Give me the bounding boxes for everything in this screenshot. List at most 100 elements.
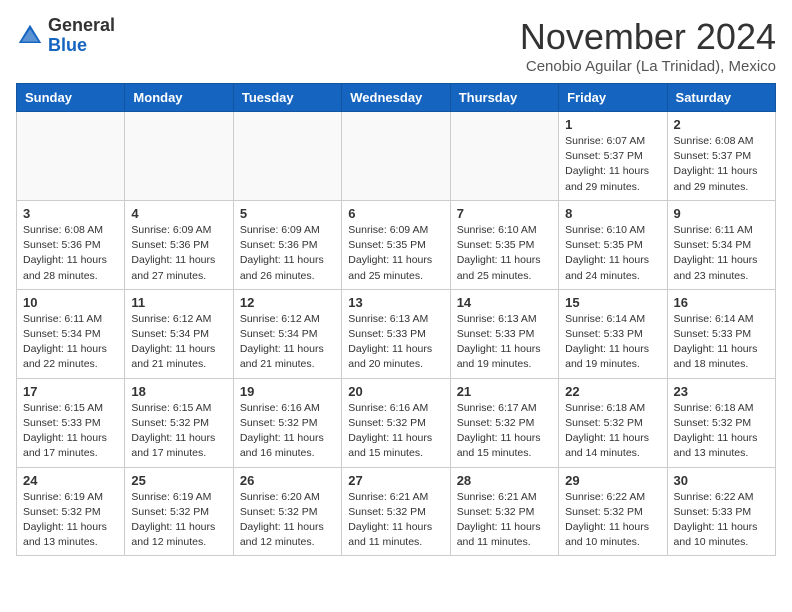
calendar-cell: 14 Sunrise: 6:13 AM Sunset: 5:33 PM Dayli… (450, 289, 558, 378)
day-number: 25 (131, 473, 226, 488)
calendar-cell: 9Sunrise: 6:11 AM Sunset: 5:34 PM Daylig… (667, 200, 775, 289)
day-number: 1 (565, 117, 660, 132)
calendar-cell: 16 Sunrise: 6:14 AM Sunset: 5:33 PM Dayli… (667, 289, 775, 378)
calendar-cell (17, 112, 125, 201)
calendar-week-4: 17Sunrise: 6:15 AM Sunset: 5:33 PM Dayli… (17, 378, 776, 467)
logo: General Blue (16, 16, 115, 56)
day-number: 13 (348, 295, 443, 310)
day-number: 27 (348, 473, 443, 488)
calendar-cell: 19 Sunrise: 6:16 AM Sunset: 5:32 PM Dayli… (233, 378, 341, 467)
day-number: 24 (23, 473, 118, 488)
day-info: Sunrise: 6:22 AM Sunset: 5:33 PM Dayligh… (674, 490, 769, 551)
day-number: 18 (131, 384, 226, 399)
calendar-cell: 13 Sunrise: 6:13 AM Sunset: 5:33 PM Dayli… (342, 289, 450, 378)
calendar-cell: 5 Sunrise: 6:09 AM Sunset: 5:36 PM Daylig… (233, 200, 341, 289)
day-number: 7 (457, 206, 552, 221)
logo-icon (16, 22, 44, 50)
calendar-cell: 4 Sunrise: 6:09 AM Sunset: 5:36 PM Daylig… (125, 200, 233, 289)
day-info: Sunrise: 6:10 AM Sunset: 5:35 PM Dayligh… (457, 223, 552, 284)
calendar-header-row: SundayMondayTuesdayWednesdayThursdayFrid… (17, 84, 776, 112)
calendar-cell: 6 Sunrise: 6:09 AM Sunset: 5:35 PM Daylig… (342, 200, 450, 289)
day-number: 5 (240, 206, 335, 221)
day-number: 14 (457, 295, 552, 310)
calendar-cell: 7 Sunrise: 6:10 AM Sunset: 5:35 PM Daylig… (450, 200, 558, 289)
calendar-cell: 12 Sunrise: 6:12 AM Sunset: 5:34 PM Dayli… (233, 289, 341, 378)
day-info: Sunrise: 6:08 AM Sunset: 5:36 PM Dayligh… (23, 223, 118, 284)
calendar-cell: 24Sunrise: 6:19 AM Sunset: 5:32 PM Dayli… (17, 467, 125, 556)
day-header-friday: Friday (559, 84, 667, 112)
calendar-cell: 10Sunrise: 6:11 AM Sunset: 5:34 PM Dayli… (17, 289, 125, 378)
page-header: General Blue November 2024 Cenobio Aguil… (16, 16, 776, 75)
day-info: Sunrise: 6:21 AM Sunset: 5:32 PM Dayligh… (348, 490, 443, 551)
day-number: 4 (131, 206, 226, 221)
day-number: 15 (565, 295, 660, 310)
day-number: 6 (348, 206, 443, 221)
logo-text: General Blue (48, 16, 115, 56)
day-info: Sunrise: 6:16 AM Sunset: 5:32 PM Dayligh… (348, 401, 443, 462)
calendar-cell: 18 Sunrise: 6:15 AM Sunset: 5:32 PM Dayli… (125, 378, 233, 467)
day-number: 8 (565, 206, 660, 221)
day-info: Sunrise: 6:19 AM Sunset: 5:32 PM Dayligh… (131, 490, 226, 551)
calendar-cell (233, 112, 341, 201)
day-info: Sunrise: 6:10 AM Sunset: 5:35 PM Dayligh… (565, 223, 660, 284)
day-number: 29 (565, 473, 660, 488)
day-info: Sunrise: 6:12 AM Sunset: 5:34 PM Dayligh… (131, 312, 226, 373)
calendar-cell: 17Sunrise: 6:15 AM Sunset: 5:33 PM Dayli… (17, 378, 125, 467)
logo-blue: Blue (48, 35, 87, 55)
day-number: 21 (457, 384, 552, 399)
location-subtitle: Cenobio Aguilar (La Trinidad), Mexico (520, 58, 776, 75)
day-info: Sunrise: 6:15 AM Sunset: 5:32 PM Dayligh… (131, 401, 226, 462)
day-number: 19 (240, 384, 335, 399)
day-number: 28 (457, 473, 552, 488)
day-info: Sunrise: 6:14 AM Sunset: 5:33 PM Dayligh… (674, 312, 769, 373)
calendar-week-3: 10Sunrise: 6:11 AM Sunset: 5:34 PM Dayli… (17, 289, 776, 378)
day-info: Sunrise: 6:13 AM Sunset: 5:33 PM Dayligh… (348, 312, 443, 373)
day-number: 17 (23, 384, 118, 399)
calendar-week-2: 3 Sunrise: 6:08 AM Sunset: 5:36 PM Daylig… (17, 200, 776, 289)
logo-general: General (48, 15, 115, 35)
day-number: 22 (565, 384, 660, 399)
day-info: Sunrise: 6:17 AM Sunset: 5:32 PM Dayligh… (457, 401, 552, 462)
day-number: 16 (674, 295, 769, 310)
calendar-cell: 25 Sunrise: 6:19 AM Sunset: 5:32 PM Dayli… (125, 467, 233, 556)
day-number: 12 (240, 295, 335, 310)
day-header-saturday: Saturday (667, 84, 775, 112)
day-header-thursday: Thursday (450, 84, 558, 112)
day-number: 3 (23, 206, 118, 221)
day-number: 26 (240, 473, 335, 488)
day-info: Sunrise: 6:09 AM Sunset: 5:36 PM Dayligh… (240, 223, 335, 284)
month-title: November 2024 (520, 16, 776, 58)
day-number: 11 (131, 295, 226, 310)
day-number: 20 (348, 384, 443, 399)
day-info: Sunrise: 6:11 AM Sunset: 5:34 PM Dayligh… (674, 223, 769, 284)
calendar-cell: 2Sunrise: 6:08 AM Sunset: 5:37 PM Daylig… (667, 112, 775, 201)
calendar-cell: 21 Sunrise: 6:17 AM Sunset: 5:32 PM Dayli… (450, 378, 558, 467)
day-info: Sunrise: 6:09 AM Sunset: 5:35 PM Dayligh… (348, 223, 443, 284)
day-info: Sunrise: 6:13 AM Sunset: 5:33 PM Dayligh… (457, 312, 552, 373)
day-number: 23 (674, 384, 769, 399)
day-header-tuesday: Tuesday (233, 84, 341, 112)
calendar-cell: 28 Sunrise: 6:21 AM Sunset: 5:32 PM Dayli… (450, 467, 558, 556)
day-info: Sunrise: 6:12 AM Sunset: 5:34 PM Dayligh… (240, 312, 335, 373)
day-info: Sunrise: 6:09 AM Sunset: 5:36 PM Dayligh… (131, 223, 226, 284)
title-block: November 2024 Cenobio Aguilar (La Trinid… (520, 16, 776, 75)
calendar-week-5: 24 Sunrise: 6:19 AM Sunset: 5:32 PM Dayli… (17, 467, 776, 556)
day-info: Sunrise: 6:21 AM Sunset: 5:32 PM Dayligh… (457, 490, 552, 551)
calendar-cell: 29 Sunrise: 6:22 AM Sunset: 5:32 PM Dayli… (559, 467, 667, 556)
day-info: Sunrise: 6:18 AM Sunset: 5:32 PM Dayligh… (674, 401, 769, 462)
day-info: Sunrise: 6:20 AM Sunset: 5:32 PM Dayligh… (240, 490, 335, 551)
calendar-cell: 3 Sunrise: 6:08 AM Sunset: 5:36 PM Daylig… (17, 200, 125, 289)
day-info: Sunrise: 6:22 AM Sunset: 5:32 PM Dayligh… (565, 490, 660, 551)
calendar-cell: 23 Sunrise: 6:18 AM Sunset: 5:32 PM Dayli… (667, 378, 775, 467)
day-info: Sunrise: 6:11 AM Sunset: 5:34 PM Dayligh… (23, 312, 118, 373)
day-header-monday: Monday (125, 84, 233, 112)
calendar-cell: 1Sunrise: 6:07 AM Sunset: 5:37 PM Daylig… (559, 112, 667, 201)
calendar-cell: 30 Sunrise: 6:22 AM Sunset: 5:33 PM Dayli… (667, 467, 775, 556)
calendar-cell: 22Sunrise: 6:18 AM Sunset: 5:32 PM Dayli… (559, 378, 667, 467)
day-number: 30 (674, 473, 769, 488)
calendar-cell: 27 Sunrise: 6:21 AM Sunset: 5:32 PM Dayli… (342, 467, 450, 556)
day-info: Sunrise: 6:16 AM Sunset: 5:32 PM Dayligh… (240, 401, 335, 462)
calendar-cell (450, 112, 558, 201)
calendar-cell (125, 112, 233, 201)
day-header-sunday: Sunday (17, 84, 125, 112)
